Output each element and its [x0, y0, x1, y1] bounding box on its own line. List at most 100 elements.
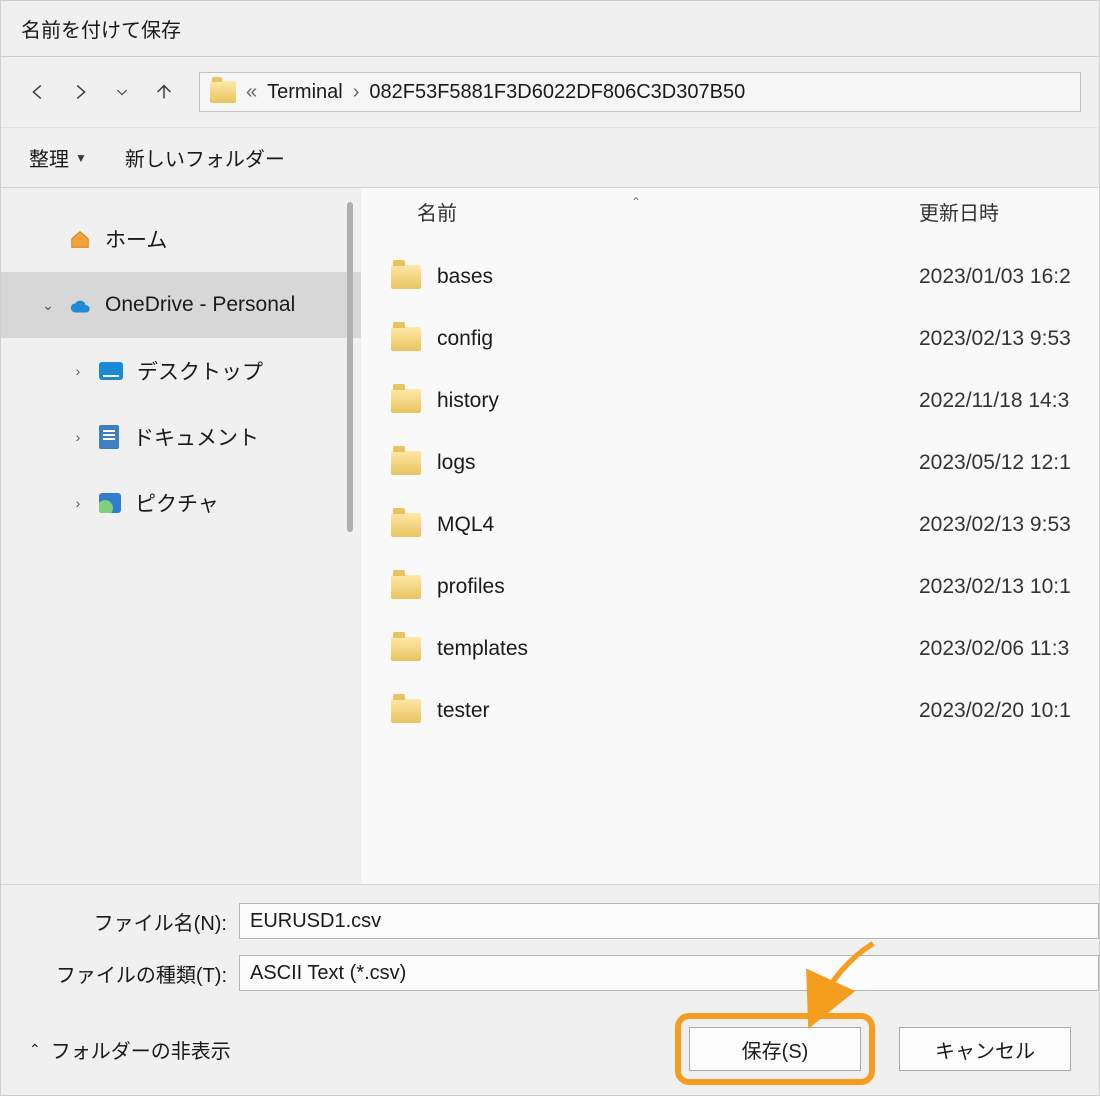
file-date: 2023/02/06 11:3 — [919, 637, 1099, 661]
chevron-right-icon: › — [71, 495, 85, 511]
sidebar-item-documents[interactable]: › ドキュメント — [1, 404, 361, 470]
file-list-pane: 名前 ⌃ 更新日時 bases2023/01/03 16:2config2023… — [361, 188, 1099, 884]
recent-locations-button[interactable] — [103, 73, 141, 111]
file-row[interactable]: config2023/02/13 9:53 — [361, 308, 1099, 370]
file-row[interactable]: bases2023/01/03 16:2 — [361, 246, 1099, 308]
filetype-select[interactable]: ASCII Text (*.csv) — [239, 955, 1099, 991]
chevron-right-icon: › — [353, 81, 360, 104]
file-row[interactable]: templates2023/02/06 11:3 — [361, 618, 1099, 680]
breadcrumb-parent[interactable]: Terminal — [267, 81, 343, 104]
document-icon — [99, 425, 119, 449]
filename-row: ファイル名(N): EURUSD1.csv — [1, 899, 1099, 943]
arrow-right-icon — [69, 81, 91, 103]
file-name: templates — [437, 637, 919, 661]
file-date: 2022/11/18 14:3 — [919, 389, 1099, 413]
folder-icon — [391, 389, 421, 413]
organize-menu[interactable]: 整理 ▼ — [29, 143, 87, 172]
address-bar[interactable]: « Terminal › 082F53F5881F3D6022DF806C3D3… — [199, 72, 1081, 112]
sidebar-item-pictures[interactable]: › ピクチャ — [1, 470, 361, 536]
hide-folders-toggle[interactable]: ⌃ フォルダーの非表示 — [29, 1035, 231, 1064]
arrow-up-icon — [153, 81, 175, 103]
column-modified[interactable]: 更新日時 — [919, 197, 1099, 226]
file-row[interactable]: logs2023/05/12 12:1 — [361, 432, 1099, 494]
file-date: 2023/02/13 9:53 — [919, 327, 1099, 351]
new-folder-button[interactable]: 新しいフォルダー — [125, 143, 285, 172]
chevron-down-icon — [114, 84, 130, 100]
new-folder-label: 新しいフォルダー — [125, 143, 285, 172]
arrow-left-icon — [27, 81, 49, 103]
nav-row: « Terminal › 082F53F5881F3D6022DF806C3D3… — [1, 57, 1099, 127]
sidebar-item-onedrive[interactable]: ⌄ OneDrive - Personal — [1, 272, 361, 338]
back-button[interactable] — [19, 73, 57, 111]
forward-button[interactable] — [61, 73, 99, 111]
chevron-right-icon: › — [71, 363, 85, 379]
file-name: history — [437, 389, 919, 413]
save-button-label: 保存(S) — [742, 1035, 809, 1064]
breadcrumb-prefix: « — [246, 81, 257, 104]
folder-icon — [391, 327, 421, 351]
desktop-icon — [99, 362, 123, 380]
caret-down-icon: ▼ — [75, 151, 87, 165]
home-icon — [69, 229, 91, 249]
toolbar: 整理 ▼ 新しいフォルダー — [1, 127, 1099, 187]
chevron-right-icon: › — [71, 429, 85, 445]
organize-label: 整理 — [29, 143, 69, 172]
file-name: config — [437, 327, 919, 351]
file-name: profiles — [437, 575, 919, 599]
cancel-button[interactable]: キャンセル — [899, 1027, 1071, 1071]
dialog-actions: 保存(S) キャンセル — [675, 1013, 1071, 1085]
bottom-panel: ファイル名(N): EURUSD1.csv ファイルの種類(T): ASCII … — [1, 884, 1099, 1095]
cancel-button-label: キャンセル — [935, 1035, 1035, 1064]
sidebar-item-home[interactable]: ホーム — [1, 206, 361, 272]
content: ホーム ⌄ OneDrive - Personal › デスクトップ › ドキュ… — [1, 187, 1099, 884]
save-button[interactable]: 保存(S) — [689, 1027, 861, 1071]
file-row[interactable]: profiles2023/02/13 10:1 — [361, 556, 1099, 618]
folder-icon — [391, 699, 421, 723]
titlebar: 名前を付けて保存 — [1, 1, 1099, 57]
file-row[interactable]: tester2023/02/20 10:1 — [361, 680, 1099, 742]
file-row[interactable]: MQL42023/02/13 9:53 — [361, 494, 1099, 556]
action-row: ⌃ フォルダーの非表示 保存(S) — [1, 1003, 1099, 1095]
sidebar-scrollbar[interactable] — [347, 202, 353, 532]
filetype-row: ファイルの種類(T): ASCII Text (*.csv) — [1, 951, 1099, 995]
file-row[interactable]: history2022/11/18 14:3 — [361, 370, 1099, 432]
folder-icon — [210, 81, 236, 103]
sort-caret-icon: ⌃ — [631, 195, 641, 209]
sidebar-item-label: ピクチャ — [135, 488, 219, 518]
chevron-up-icon: ⌃ — [29, 1041, 41, 1058]
picture-icon — [99, 493, 121, 513]
save-highlight: 保存(S) — [675, 1013, 875, 1085]
breadcrumb-current[interactable]: 082F53F5881F3D6022DF806C3D307B50 — [369, 81, 745, 104]
cloud-icon — [69, 297, 91, 313]
column-name[interactable]: 名前 ⌃ — [361, 197, 919, 226]
filename-value: EURUSD1.csv — [250, 910, 381, 933]
filetype-value: ASCII Text (*.csv) — [250, 962, 406, 985]
sidebar: ホーム ⌄ OneDrive - Personal › デスクトップ › ドキュ… — [1, 188, 361, 884]
file-name: logs — [437, 451, 919, 475]
folder-icon — [391, 451, 421, 475]
file-name: tester — [437, 699, 919, 723]
file-date: 2023/05/12 12:1 — [919, 451, 1099, 475]
folder-icon — [391, 265, 421, 289]
sidebar-item-label: OneDrive - Personal — [105, 293, 295, 317]
dialog-title: 名前を付けて保存 — [21, 14, 181, 43]
file-name: MQL4 — [437, 513, 919, 537]
save-dialog: 名前を付けて保存 « Terminal › 082F53F5881F3D6022… — [0, 0, 1100, 1096]
file-date: 2023/02/13 9:53 — [919, 513, 1099, 537]
sidebar-item-desktop[interactable]: › デスクトップ — [1, 338, 361, 404]
sidebar-item-label: ドキュメント — [133, 422, 259, 452]
file-date: 2023/01/03 16:2 — [919, 265, 1099, 289]
filename-input[interactable]: EURUSD1.csv — [239, 903, 1099, 939]
sidebar-item-label: ホーム — [105, 224, 167, 254]
filetype-label: ファイルの種類(T): — [1, 959, 239, 988]
column-name-label: 名前 — [417, 203, 457, 225]
folder-icon — [391, 575, 421, 599]
file-date: 2023/02/13 10:1 — [919, 575, 1099, 599]
sidebar-item-label: デスクトップ — [137, 356, 263, 386]
filename-label: ファイル名(N): — [1, 907, 239, 936]
folder-icon — [391, 637, 421, 661]
up-button[interactable] — [145, 73, 183, 111]
column-modified-label: 更新日時 — [919, 203, 999, 225]
folder-icon — [391, 513, 421, 537]
file-date: 2023/02/20 10:1 — [919, 699, 1099, 723]
